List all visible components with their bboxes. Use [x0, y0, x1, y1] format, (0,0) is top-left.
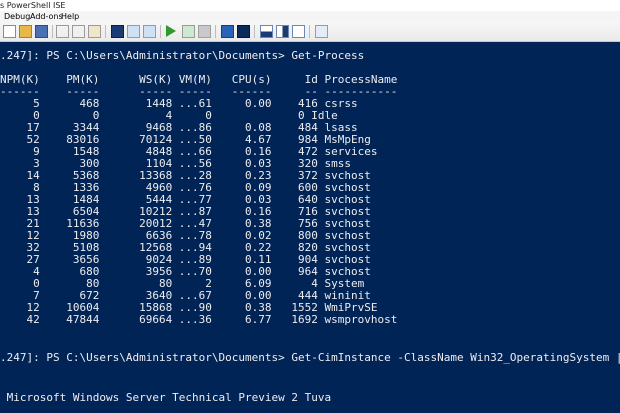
- show-script-pane-right-icon[interactable]: [276, 25, 289, 38]
- show-script-pane-maximized-icon[interactable]: [292, 25, 305, 38]
- toolbar-separator: [52, 25, 53, 38]
- toolbar-separator: [105, 25, 106, 38]
- show-command-addon-icon[interactable]: [315, 25, 328, 38]
- toolbar-separator: [160, 25, 161, 38]
- toolbar: [0, 22, 620, 42]
- toolbar-separator: [254, 25, 255, 38]
- console-prompt-line: .247]: PS C:\Users\Administrator\Documen…: [0, 49, 365, 62]
- toolbar-separator: [215, 25, 216, 38]
- copy-icon[interactable]: [72, 25, 85, 38]
- run-script-icon[interactable]: [166, 25, 176, 37]
- toolbar-separator: [309, 25, 310, 38]
- redo-icon[interactable]: [143, 25, 156, 38]
- show-script-pane-top-icon[interactable]: [260, 25, 273, 38]
- clear-console-icon[interactable]: [111, 25, 124, 38]
- paste-icon[interactable]: [88, 25, 101, 38]
- new-remote-tab-icon[interactable]: [221, 25, 234, 38]
- process-row: 42 47844 69664 ...36 6.77 1692 wsmprovho…: [0, 313, 398, 326]
- window-title-bar: s PowerShell ISE: [0, 0, 620, 11]
- open-folder-icon[interactable]: [19, 25, 32, 38]
- window-title: s PowerShell ISE: [0, 1, 66, 10]
- stop-icon[interactable]: [198, 25, 211, 38]
- console-prompt-line: .247]: PS C:\Users\Administrator\Documen…: [0, 351, 620, 364]
- menu-bar: Debug Add-ons Help: [0, 11, 620, 22]
- menu-add-ons[interactable]: Add-ons: [30, 11, 63, 22]
- new-file-icon[interactable]: [3, 25, 16, 38]
- menu-debug[interactable]: Debug: [4, 11, 30, 22]
- console-pane[interactable]: .247]: PS C:\Users\Administrator\Documen…: [0, 42, 620, 413]
- save-icon[interactable]: [35, 25, 48, 38]
- os-caption-output: Microsoft Windows Server Technical Previ…: [0, 391, 332, 404]
- undo-icon[interactable]: [127, 25, 140, 38]
- menu-help[interactable]: Help: [61, 11, 79, 22]
- start-powershell-icon[interactable]: [237, 25, 250, 38]
- run-selection-icon[interactable]: [182, 25, 195, 38]
- cut-icon[interactable]: [56, 25, 69, 38]
